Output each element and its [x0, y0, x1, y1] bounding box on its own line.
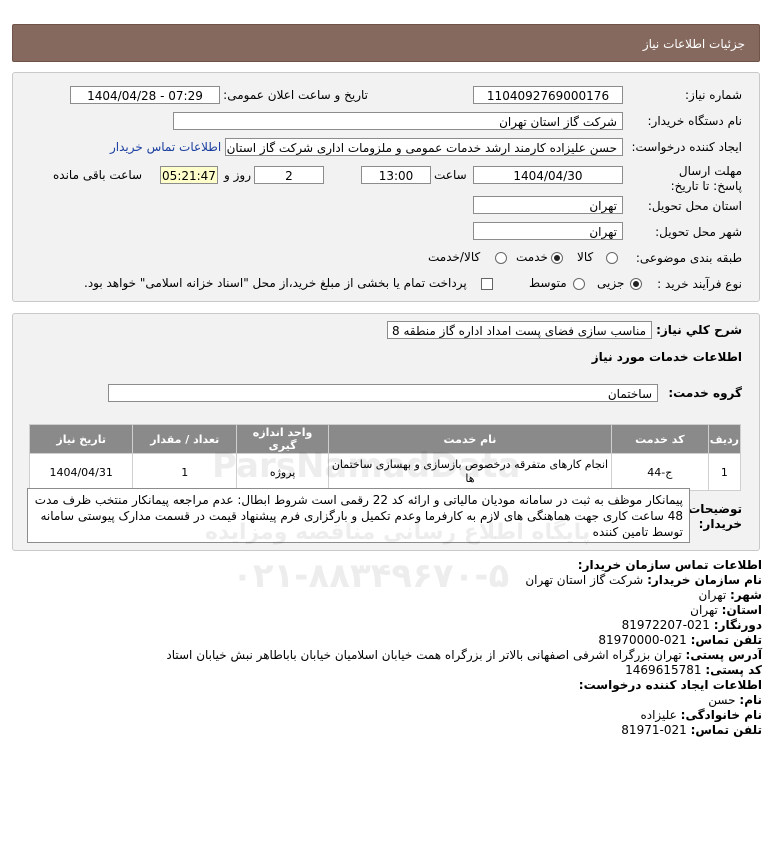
- contact-province-value: تهران: [690, 603, 718, 617]
- category-service-label: خدمت: [516, 250, 548, 264]
- creator-field[interactable]: حسن علیزاده کارمند ارشد خدمات عمومی و مل…: [225, 138, 623, 156]
- summary-label: شرح کلي نياز:: [656, 323, 742, 337]
- contact-heading: اطلاعات تماس سازمان خریدار:: [577, 558, 762, 572]
- buyer-org-label: نام دستگاه خریدار:: [647, 114, 743, 128]
- category-both-label: کالا/خدمت: [428, 250, 481, 264]
- contact-city: شهر: تهران: [699, 588, 762, 602]
- cell-row: 1: [707, 453, 742, 491]
- contact-fax-value: 021-81972207: [621, 618, 710, 632]
- creator-info-heading: اطلاعات ایجاد کننده درخواست:: [578, 678, 762, 692]
- page-header: جزئیات اطلاعات نیاز: [12, 24, 760, 62]
- process-label: نوع فرآیند خرید :: [657, 277, 742, 291]
- details-panel: [12, 72, 760, 302]
- cell-code: ج-44: [610, 453, 709, 491]
- contact-province-label: استان:: [721, 603, 762, 617]
- buyer-org-field[interactable]: شرکت گاز استان تهران: [173, 112, 623, 130]
- col-code-header: کد خدمت: [610, 424, 709, 454]
- contact-phone-value: 021-81970000: [598, 633, 687, 647]
- table-header-row: ردیف کد خدمت نام خدمت واحد اندازه گیری ت…: [28, 424, 742, 454]
- creator-name-value: حسن: [708, 693, 736, 707]
- province-label: استان محل تحویل:: [647, 199, 742, 213]
- service-group-label: گروه خدمت:: [668, 386, 742, 400]
- deadline-time-field[interactable]: 13:00: [361, 166, 431, 184]
- contact-city-label: شهر:: [730, 588, 762, 602]
- watermark-phone: ۰۲۱-۸۸۳۴۹۶۷۰-۵: [232, 556, 510, 596]
- treasury-checkbox[interactable]: [481, 278, 493, 290]
- category-both-radio[interactable]: [495, 252, 507, 264]
- contact-org-label: نام سازمان خریدار:: [647, 573, 762, 587]
- table-row[interactable]: 1 ج-44 انجام کارهای متفرقه درخصوص بازساز…: [28, 453, 742, 491]
- cell-date: 1404/04/31: [28, 453, 134, 491]
- contact-org: نام سازمان خریدار: شرکت گاز استان تهران: [525, 573, 762, 587]
- creator-family-value: علیزاده: [640, 708, 677, 722]
- deadline-time-label: ساعت: [434, 168, 467, 182]
- city-label: شهر محل تحویل:: [655, 225, 742, 239]
- creator-phone-value: 021-81971: [621, 723, 687, 737]
- treasury-note: پرداخت تمام یا بخشی از مبلغ خرید،از محل …: [84, 276, 467, 290]
- col-row-header: ردیف: [707, 424, 742, 454]
- creator-family: نام خانوادگی: علیزاده: [640, 708, 762, 722]
- process-medium-radio[interactable]: [573, 278, 585, 290]
- summary-field[interactable]: مناسب سازی فضای پست امداد اداره گاز منطق…: [387, 321, 652, 339]
- col-name-header: نام خدمت: [328, 424, 612, 454]
- contact-postal-label: کد پستی:: [705, 663, 762, 677]
- col-unit-header: واحد اندازه گیری: [236, 424, 330, 454]
- province-field[interactable]: تهران: [473, 196, 623, 214]
- remaining-label: ساعت باقی مانده: [53, 168, 143, 182]
- services-heading: اطلاعات خدمات مورد نیاز: [591, 350, 742, 364]
- page-title: جزئیات اطلاعات نیاز: [642, 37, 745, 51]
- category-service-radio[interactable]: [551, 252, 563, 264]
- contact-postal-value: 1469615781: [625, 663, 702, 677]
- buyer-contact-link[interactable]: اطلاعات تماس خریدار: [110, 140, 221, 154]
- creator-phone: تلفن تماس: 021-81971: [621, 723, 762, 737]
- notes-label: توضیحات خریدار:: [688, 502, 742, 531]
- contact-phone: تلفن تماس: 021-81970000: [598, 633, 762, 647]
- contact-org-value: شرکت گاز استان تهران: [525, 573, 644, 587]
- process-medium-label: متوسط: [529, 276, 567, 290]
- service-group-field[interactable]: ساختمان: [108, 384, 658, 402]
- cell-unit: پروژه: [236, 453, 330, 491]
- category-goods-label: کالا: [577, 250, 594, 264]
- contact-address-value: تهران بزرگراه اشرفی اصفهانی بالاتر از بز…: [166, 648, 682, 662]
- contact-postal: کد پستی: 1469615781: [625, 663, 762, 677]
- creator-phone-label: تلفن تماس:: [690, 723, 762, 737]
- col-qty-header: تعداد / مقدار: [132, 424, 238, 454]
- cell-name: انجام کارهای متفرقه درخصوص بازسازی و بهس…: [328, 453, 612, 491]
- contact-fax-label: دورنگار:: [713, 618, 762, 632]
- remaining-time-field: 05:21:47: [160, 166, 218, 184]
- days-label: روز و: [224, 168, 251, 182]
- contact-address: آدرس پستی: تهران بزرگراه اشرفی اصفهانی ب…: [166, 648, 762, 662]
- announce-field[interactable]: 1404/04/28 - 07:29: [70, 86, 220, 104]
- services-table: ردیف کد خدمت نام خدمت واحد اندازه گیری ت…: [28, 424, 742, 491]
- contact-fax: دورنگار: 021-81972207: [622, 618, 762, 632]
- deadline-date-field[interactable]: 1404/04/30: [473, 166, 623, 184]
- contact-address-label: آدرس پستی:: [685, 648, 762, 662]
- contact-city-value: تهران: [698, 588, 727, 602]
- creator-name: نام: حسن: [708, 693, 762, 707]
- creator-label: ایجاد کننده درخواست:: [631, 140, 742, 154]
- creator-name-label: نام:: [739, 693, 762, 707]
- col-date-header: تاریخ نیاز: [28, 424, 134, 454]
- category-label: طبقه بندی موضوعی:: [635, 251, 742, 265]
- cell-qty: 1: [132, 453, 238, 491]
- category-goods-radio[interactable]: [606, 252, 618, 264]
- contact-province: استان: تهران: [690, 603, 762, 617]
- days-field[interactable]: 2: [254, 166, 324, 184]
- announce-label: تاریخ و ساعت اعلان عمومی:: [223, 88, 368, 102]
- process-minor-radio[interactable]: [630, 278, 642, 290]
- creator-family-label: نام خانوادگی:: [680, 708, 762, 722]
- city-field[interactable]: تهران: [473, 222, 623, 240]
- need-number-label: شماره نیاز:: [685, 88, 742, 102]
- process-minor-label: جزیی: [597, 276, 625, 290]
- notes-field[interactable]: پیمانکار موظف به ثبت در سامانه مودیان ما…: [27, 488, 690, 543]
- contact-phone-label: تلفن تماس:: [690, 633, 762, 647]
- deadline-label: مهلت ارسال پاسخ: تا تاریخ:: [670, 164, 742, 193]
- need-number-field[interactable]: 1104092769000176: [473, 86, 623, 104]
